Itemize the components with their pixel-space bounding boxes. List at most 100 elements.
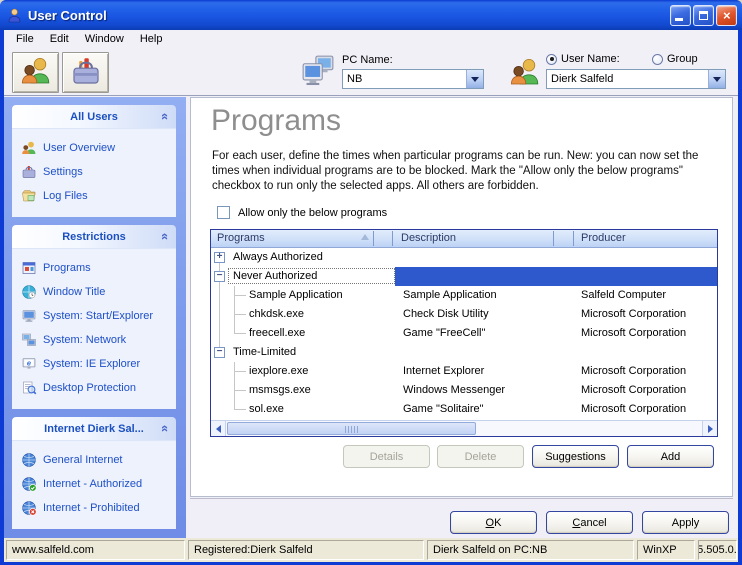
group-radio[interactable]: Group	[652, 53, 698, 65]
menu-bar: FileEditWindowHelp	[4, 30, 738, 48]
column-header-description[interactable]: Description	[401, 232, 456, 244]
sidebar-item-general-internet[interactable]: General Internet	[12, 448, 176, 472]
programs-table-header: Programs Description Producer	[211, 230, 717, 248]
app-person-icon	[7, 7, 23, 23]
toolbar: PC Name: NB User Name: Group Dierk Salfe…	[4, 48, 738, 95]
sidebar: All Users« User Overview Settings Log Files…	[4, 97, 186, 538]
chevron-down-icon[interactable]	[708, 70, 725, 88]
table-program-row[interactable]: msmsgs.exeWindows MessengerMicrosoft Cor…	[211, 381, 717, 400]
column-header-programs[interactable]: Programs	[217, 232, 265, 244]
table-group-row[interactable]: −Time-Limited	[211, 343, 717, 362]
add-button[interactable]: Add	[627, 445, 714, 468]
sidebar-item-window-title[interactable]: Window Title	[12, 280, 176, 304]
chevron-collapse-icon[interactable]: «	[158, 113, 173, 120]
sidebar-item-system-ie-explorer[interactable]: eSystem: IE Explorer	[12, 352, 176, 376]
menu-item-file[interactable]: File	[8, 32, 42, 47]
globe-icon	[21, 452, 37, 468]
statusbar-cell-0: www.salfeld.com	[6, 540, 185, 560]
menu-item-edit[interactable]: Edit	[42, 32, 77, 47]
radio-selected-icon	[546, 54, 557, 65]
users-toolbar-button[interactable]	[12, 52, 59, 93]
sidebar-item-desktop-protection[interactable]: Desktop Protection	[12, 376, 176, 400]
expand-toggle[interactable]: +	[214, 252, 225, 263]
title-bar[interactable]: User Control ×	[0, 0, 742, 30]
column-header-producer[interactable]: Producer	[581, 232, 626, 244]
cell-program: chkdsk.exe	[249, 305, 304, 324]
horizontal-scrollbar[interactable]	[211, 420, 717, 436]
sidebar-item-system-start-explorer[interactable]: System: Start/Explorer	[12, 304, 176, 328]
sidebar-item-settings[interactable]: Settings	[12, 160, 176, 184]
status-bar: www.salfeld.comRegistered:Dierk SalfeldD…	[4, 538, 738, 562]
statusbar-cell-3: WinXP	[637, 540, 695, 560]
table-program-row[interactable]: chkdsk.exeCheck Disk UtilityMicrosoft Co…	[211, 305, 717, 324]
cell-producer: Microsoft Corporation	[581, 400, 686, 419]
sidebar-item-system-network[interactable]: System: Network	[12, 328, 176, 352]
sidebar-item-log-files[interactable]: Log Files	[12, 184, 176, 208]
log-files-icon	[21, 188, 37, 204]
sidebar-item-user-overview[interactable]: User Overview	[12, 136, 176, 160]
close-button[interactable]: ×	[716, 5, 737, 26]
maximize-icon	[699, 11, 708, 20]
footer-bar: OK Cancel Apply	[190, 498, 733, 538]
sidebar-item-programs[interactable]: Programs	[12, 256, 176, 280]
maximize-button[interactable]	[693, 5, 714, 26]
window-title: User Control	[28, 8, 668, 23]
cell-program: sol.exe	[249, 400, 284, 419]
user-name-value: Dierk Salfeld	[547, 70, 708, 88]
chevron-down-icon[interactable]	[466, 70, 483, 88]
sidebar-item-label: Settings	[43, 166, 83, 178]
cell-producer: Microsoft Corporation	[581, 381, 686, 400]
table-program-row[interactable]: iexplore.exeInternet ExplorerMicrosoft C…	[211, 362, 717, 381]
pc-name-select[interactable]: NB	[342, 69, 484, 89]
chevron-collapse-icon[interactable]: «	[158, 233, 173, 240]
cell-producer: Microsoft Corporation	[581, 362, 686, 381]
sidebar-item-label: Internet - Authorized	[43, 478, 142, 490]
suggestions-button[interactable]: Suggestions	[532, 445, 619, 468]
sidebar-item-label: User Overview	[43, 142, 115, 154]
cell-program: freecell.exe	[249, 324, 305, 343]
table-program-row[interactable]: freecell.exeGame "FreeCell"Microsoft Cor…	[211, 324, 717, 343]
window-body: FileEditWindowHelp PC Name: NB	[4, 30, 738, 562]
content-area: All Users« User Overview Settings Log Files…	[4, 95, 738, 538]
sidebar-item-internet-authorized[interactable]: Internet - Authorized	[12, 472, 176, 496]
user-name-radio[interactable]: User Name:	[546, 53, 620, 65]
sidebar-item-internet-prohibited[interactable]: Internet - Prohibited	[12, 496, 176, 520]
sidebar-section-header[interactable]: All Users«	[12, 105, 176, 128]
scroll-right-icon[interactable]	[702, 421, 717, 436]
table-program-row[interactable]: sol.exeGame "Solitaire"Microsoft Corpora…	[211, 400, 717, 419]
expand-toggle[interactable]: −	[214, 271, 225, 282]
tree-tick	[234, 362, 246, 372]
pc-name-label: PC Name:	[342, 54, 393, 66]
ok-button[interactable]: OK	[450, 511, 537, 534]
user-control-window: User Control × FileEditWindowHelp PC Nam…	[0, 0, 742, 565]
desktop-protection-icon	[21, 380, 37, 396]
cell-description: Check Disk Utility	[403, 305, 489, 324]
users-icon	[19, 55, 53, 90]
toolbox-toolbar-button[interactable]	[62, 52, 109, 93]
menu-item-help[interactable]: Help	[132, 32, 171, 47]
chevron-collapse-icon[interactable]: «	[158, 425, 173, 432]
sidebar-item-label: Window Title	[43, 286, 105, 298]
menu-item-window[interactable]: Window	[77, 32, 132, 47]
scroll-left-icon[interactable]	[211, 421, 226, 436]
cancel-button[interactable]: Cancel	[546, 511, 633, 534]
table-group-row[interactable]: −Never Authorized	[211, 267, 717, 286]
allow-only-checkbox[interactable]	[217, 206, 230, 219]
sidebar-item-label: System: Network	[43, 334, 126, 346]
sidebar-section-header[interactable]: Restrictions«	[12, 225, 176, 248]
table-program-row[interactable]: Sample ApplicationSample ApplicationSalf…	[211, 286, 717, 305]
expand-toggle[interactable]: −	[214, 347, 225, 358]
sidebar-item-label: System: Start/Explorer	[43, 310, 153, 322]
scrollbar-thumb[interactable]	[227, 422, 476, 435]
system-start-icon	[21, 308, 37, 324]
sidebar-item-label: Internet - Prohibited	[43, 502, 140, 514]
user-name-select[interactable]: Dierk Salfeld	[546, 69, 726, 89]
pc-name-value: NB	[343, 70, 466, 88]
minimize-button[interactable]	[670, 5, 691, 26]
sidebar-section-header[interactable]: Internet Dierk Sal...«	[12, 417, 176, 440]
svg-text:e: e	[27, 358, 31, 367]
apply-button[interactable]: Apply	[642, 511, 729, 534]
cell-description: Sample Application	[403, 286, 497, 305]
tree-tick	[234, 324, 246, 334]
table-group-row[interactable]: +Always Authorized	[211, 248, 717, 267]
